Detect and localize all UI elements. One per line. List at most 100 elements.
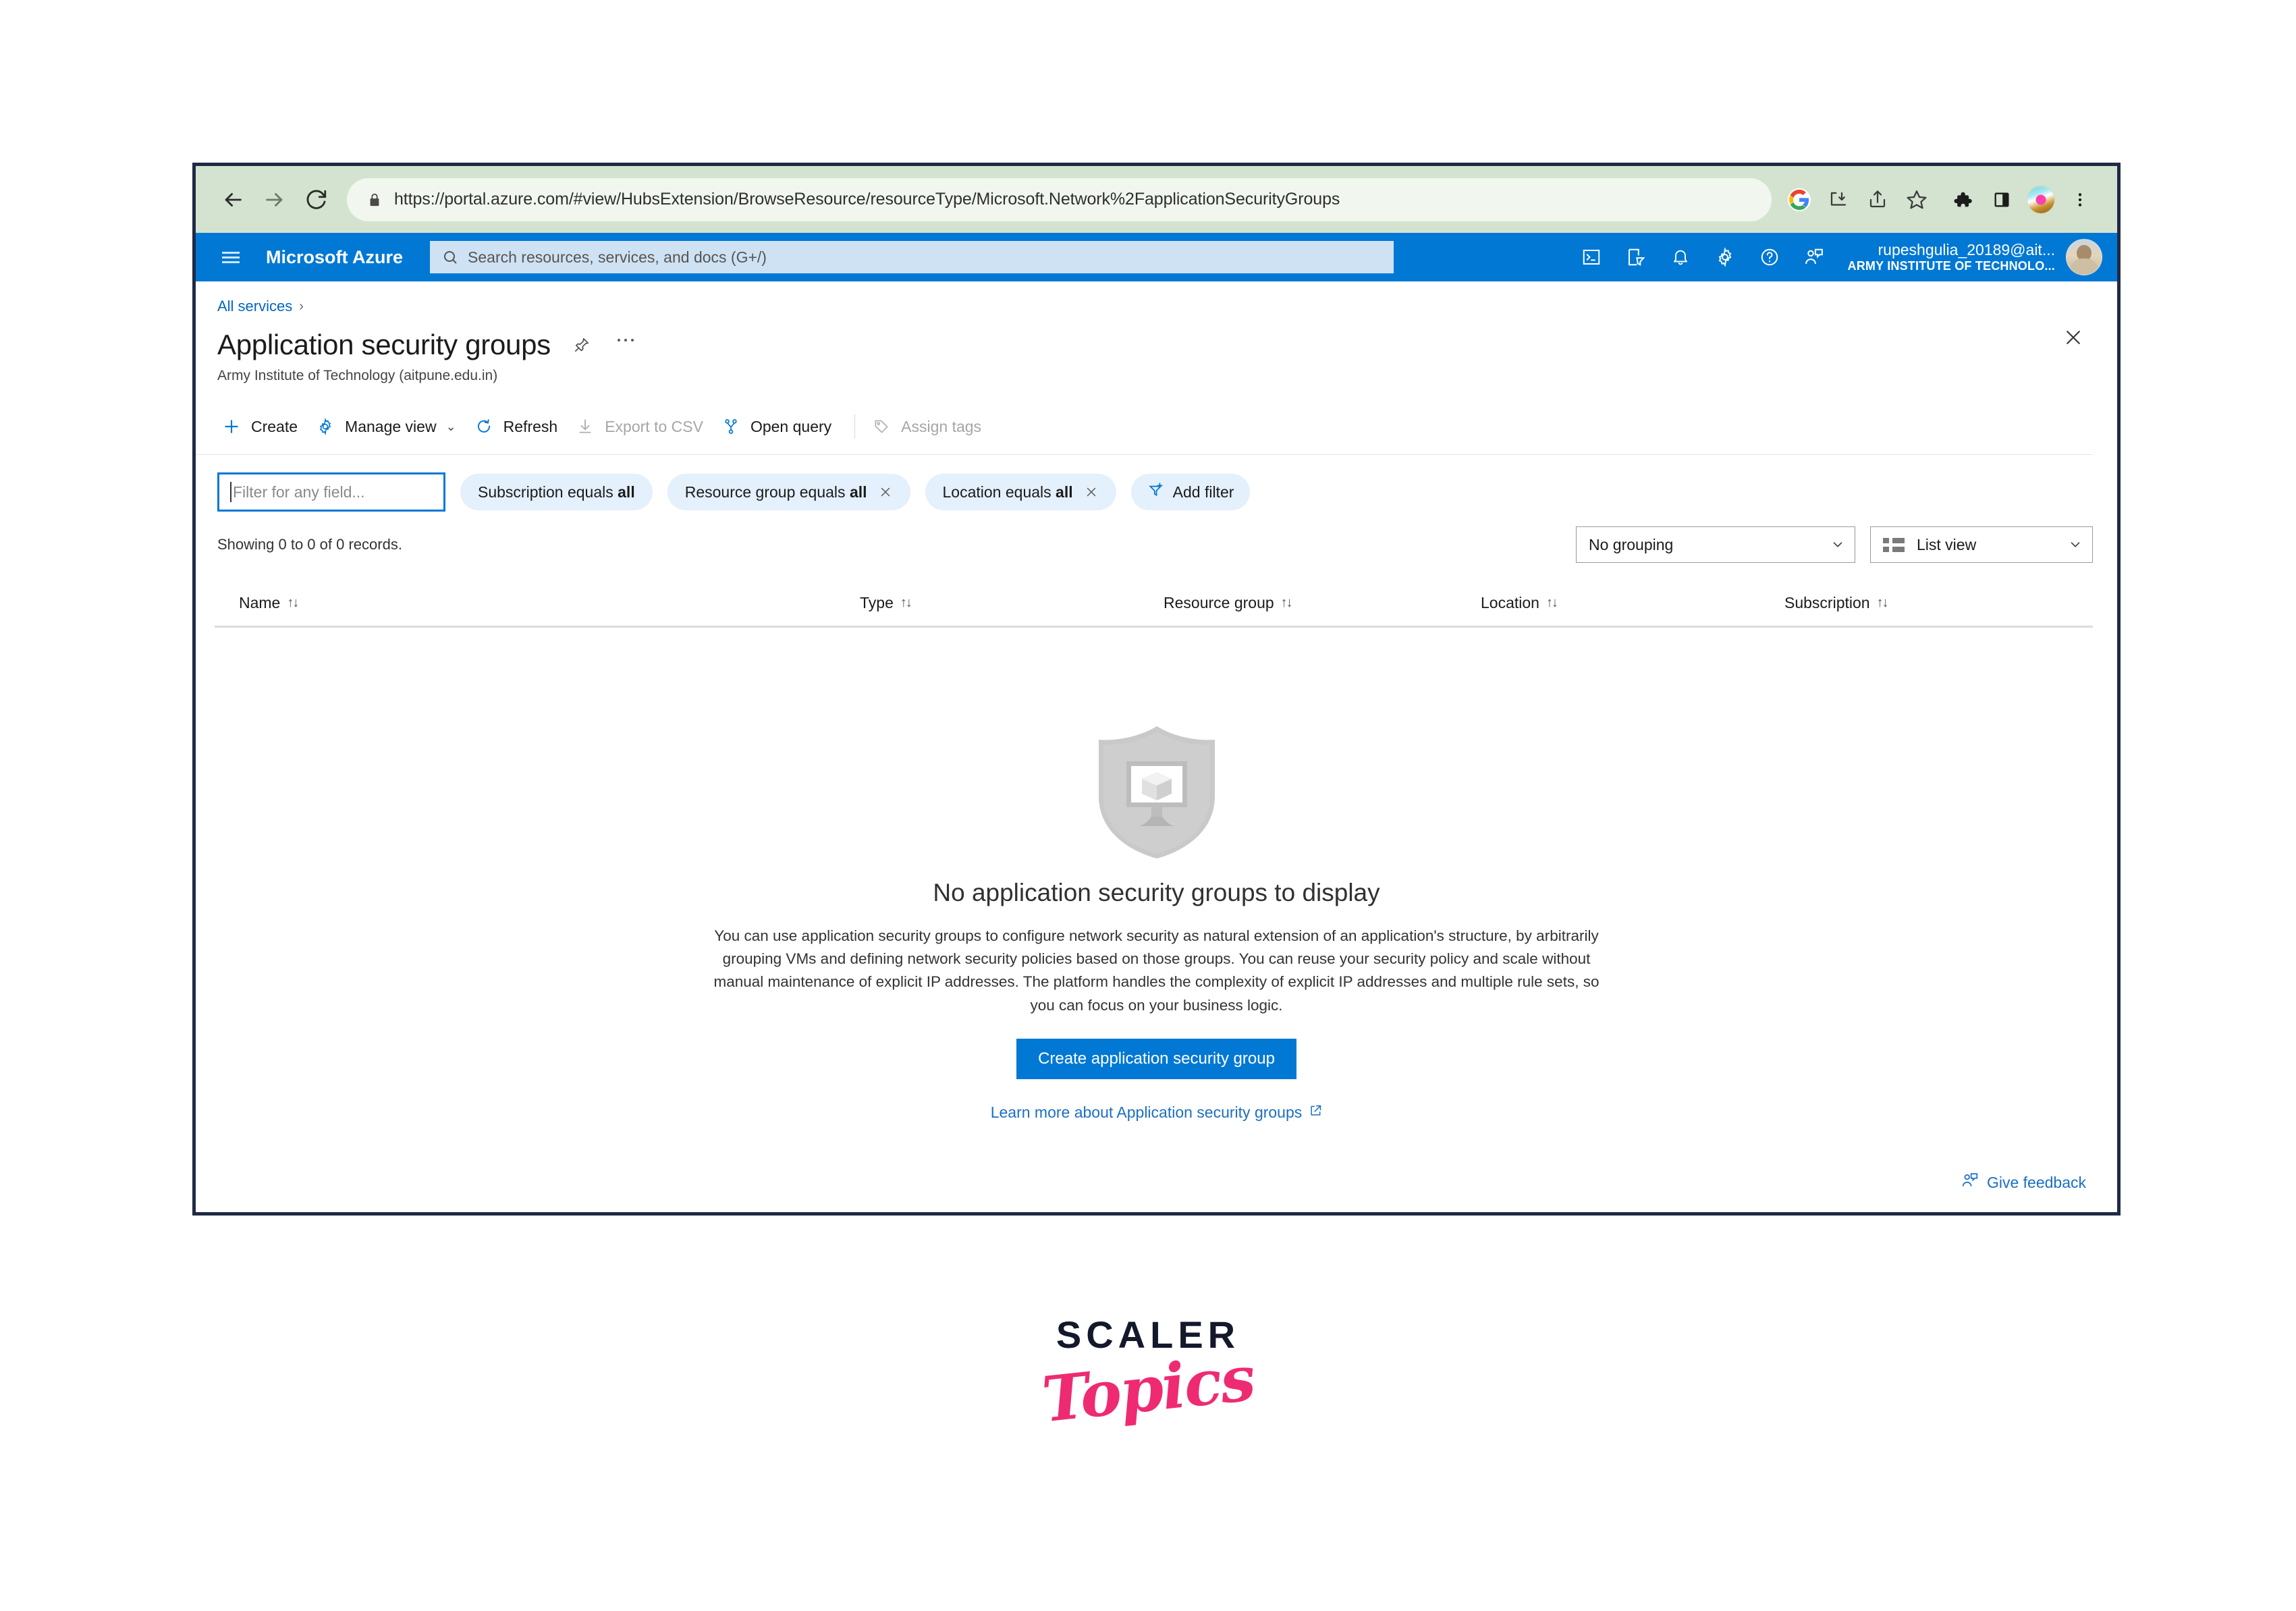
address-bar[interactable]: https://portal.azure.com/#view/HubsExten… bbox=[347, 178, 1772, 221]
resource-table-header: Name ↑↓ Type ↑↓ Resource group ↑↓ Locati… bbox=[215, 575, 2093, 628]
refresh-label: Refresh bbox=[503, 417, 558, 435]
feedback-person-icon[interactable] bbox=[1795, 238, 1833, 276]
global-search-placeholder: Search resources, services, and docs (G+… bbox=[468, 248, 767, 266]
column-label-subscription: Subscription bbox=[1784, 594, 1870, 611]
chip-value-subscription: all bbox=[618, 483, 635, 501]
remove-filter-resource-group-icon[interactable] bbox=[878, 485, 893, 499]
google-icon[interactable] bbox=[1780, 180, 1819, 219]
assign-tags-label: Assign tags bbox=[901, 417, 982, 435]
avatar[interactable] bbox=[2066, 239, 2102, 275]
reload-icon[interactable] bbox=[296, 179, 337, 221]
refresh-button[interactable]: Refresh bbox=[468, 411, 570, 442]
help-question-icon[interactable] bbox=[1751, 238, 1788, 276]
text-cursor bbox=[230, 482, 231, 502]
settings-gear-icon[interactable] bbox=[1706, 238, 1744, 276]
column-label-location: Location bbox=[1481, 594, 1539, 611]
search-input-placeholder: Filter for any field... bbox=[233, 483, 365, 501]
column-label-name: Name bbox=[239, 594, 281, 611]
sort-icon: ↑↓ bbox=[1876, 595, 1889, 610]
side-panel-icon[interactable] bbox=[1982, 180, 2021, 219]
filter-chip-resource-group[interactable]: Resource group equals all bbox=[667, 474, 910, 510]
breadcrumb: All services › bbox=[196, 281, 2117, 315]
command-separator bbox=[854, 414, 856, 439]
shield-with-monitor-icon bbox=[1089, 723, 1224, 861]
command-bar: Create Manage view ⌄ Refresh Export to C… bbox=[196, 396, 2093, 455]
azure-brand[interactable]: Microsoft Azure bbox=[266, 247, 403, 268]
blade-content: All services › Application security grou… bbox=[196, 281, 2117, 1212]
open-query-button[interactable]: Open query bbox=[715, 411, 844, 442]
azure-top-bar: Microsoft Azure Search resources, servic… bbox=[196, 233, 2117, 281]
column-header-location[interactable]: Location ↑↓ bbox=[1481, 594, 1784, 612]
page-title: Application security groups bbox=[217, 329, 551, 360]
give-feedback-label: Give feedback bbox=[1986, 1173, 2086, 1191]
search-input[interactable]: Filter for any field... bbox=[217, 472, 445, 512]
plus-icon bbox=[220, 415, 243, 438]
empty-state-title: No application security groups to displa… bbox=[933, 879, 1380, 906]
column-header-type[interactable]: Type ↑↓ bbox=[860, 594, 1164, 612]
column-label-type: Type bbox=[860, 594, 894, 611]
query-icon bbox=[719, 415, 742, 438]
chevron-right-icon: › bbox=[299, 298, 304, 314]
give-feedback-link[interactable]: Give feedback bbox=[1961, 1172, 2086, 1193]
grouping-value: No grouping bbox=[1589, 535, 1674, 553]
extensions-puzzle-icon[interactable] bbox=[1943, 180, 1982, 219]
bookmark-star-icon[interactable] bbox=[1897, 180, 1936, 219]
chip-value-location: all bbox=[1056, 483, 1073, 501]
grouping-select[interactable]: No grouping bbox=[1576, 526, 1855, 563]
view-select[interactable]: List view bbox=[1870, 526, 2093, 563]
create-label: Create bbox=[251, 417, 298, 435]
back-icon[interactable] bbox=[212, 179, 254, 221]
filter-bar: Filter for any field... Subscription equ… bbox=[196, 455, 2117, 512]
hamburger-menu-icon[interactable] bbox=[213, 240, 248, 275]
notifications-bell-icon[interactable] bbox=[1662, 238, 1699, 276]
browser-toolbar: https://portal.azure.com/#view/HubsExten… bbox=[196, 166, 2117, 233]
global-search-input[interactable]: Search resources, services, and docs (G+… bbox=[430, 241, 1394, 273]
breadcrumb-all-services[interactable]: All services bbox=[217, 298, 292, 315]
blade-header: Application security groups Army Institu… bbox=[196, 315, 2117, 384]
filter-chip-location[interactable]: Location equals all bbox=[925, 474, 1116, 510]
learn-more-link[interactable]: Learn more about Application security gr… bbox=[991, 1103, 1323, 1122]
add-filter-label: Add filter bbox=[1172, 483, 1234, 501]
export-to-csv-button[interactable]: Export to CSV bbox=[570, 411, 715, 442]
sort-icon: ↑↓ bbox=[1546, 595, 1558, 610]
forward-icon[interactable] bbox=[254, 179, 296, 221]
install-app-icon[interactable] bbox=[1819, 180, 1858, 219]
create-application-security-group-button[interactable]: Create application security group bbox=[1016, 1038, 1296, 1079]
chip-field-location: Location bbox=[942, 483, 1002, 501]
remove-filter-location-icon[interactable] bbox=[1084, 485, 1099, 499]
chip-operator-resource-group: equals bbox=[799, 483, 846, 501]
account-menu[interactable]: rupeshgulia_20189@ait... ARMY INSTITUTE … bbox=[1848, 239, 2102, 275]
share-icon[interactable] bbox=[1858, 180, 1897, 219]
directories-subscriptions-icon[interactable] bbox=[1617, 238, 1655, 276]
profile-avatar-icon[interactable] bbox=[2021, 180, 2060, 219]
export-to-csv-label: Export to CSV bbox=[605, 417, 703, 435]
records-count: Showing 0 to 0 of 0 records. bbox=[217, 536, 402, 553]
chip-value-resource-group: all bbox=[849, 483, 867, 501]
pin-icon[interactable] bbox=[568, 331, 595, 358]
ellipsis-icon[interactable] bbox=[613, 331, 640, 358]
chevron-down-icon: ⌄ bbox=[445, 419, 456, 433]
filter-chip-subscription[interactable]: Subscription equals all bbox=[460, 474, 653, 510]
open-query-label: Open query bbox=[750, 417, 832, 435]
column-header-name[interactable]: Name ↑↓ bbox=[239, 594, 860, 612]
create-button[interactable]: Create bbox=[216, 411, 310, 442]
cloud-shell-icon[interactable] bbox=[1573, 238, 1610, 276]
add-filter-button[interactable]: Add filter bbox=[1130, 474, 1251, 510]
external-link-icon bbox=[1309, 1103, 1322, 1122]
feedback-person-icon bbox=[1961, 1172, 1979, 1193]
manage-view-button[interactable]: Manage view ⌄ bbox=[310, 411, 468, 442]
gear-icon bbox=[314, 415, 337, 438]
chrome-menu-icon[interactable] bbox=[2060, 180, 2100, 219]
search-icon bbox=[442, 249, 458, 265]
learn-more-label: Learn more about Application security gr… bbox=[990, 1103, 1303, 1121]
chevron-down-icon bbox=[2068, 537, 2083, 552]
results-toolbar: Showing 0 to 0 of 0 records. No grouping… bbox=[196, 512, 2117, 563]
tag-icon bbox=[870, 415, 893, 438]
column-header-subscription[interactable]: Subscription ↑↓ bbox=[1784, 594, 2054, 612]
sort-icon: ↑↓ bbox=[287, 595, 299, 610]
lock-icon bbox=[367, 191, 382, 209]
column-header-resource-group[interactable]: Resource group ↑↓ bbox=[1164, 594, 1481, 612]
close-icon[interactable] bbox=[2058, 322, 2089, 353]
assign-tags-button[interactable]: Assign tags bbox=[866, 411, 993, 442]
browser-toolbar-actions bbox=[1780, 180, 2100, 219]
